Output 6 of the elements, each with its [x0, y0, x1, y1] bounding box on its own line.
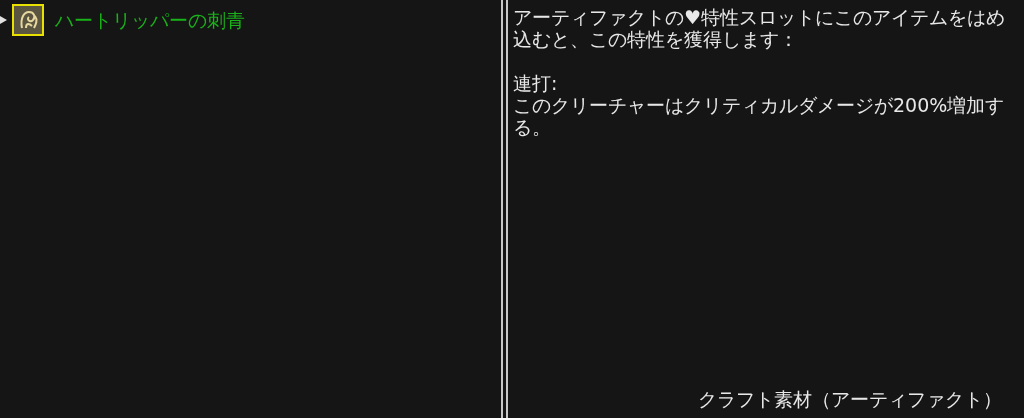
trait-effect: このクリーチャーはクリティカルダメージが200%増加する。	[513, 94, 1006, 138]
item-description: アーティファクトの♥特性スロットにこのアイテムをはめ込むと、この特性を獲得します：	[513, 6, 1007, 50]
trait-name: 連打:	[513, 72, 559, 94]
item-category: クラフト素材（アーティファクト）	[697, 388, 1003, 410]
item-name[interactable]: ハートリッパーの刺青	[55, 5, 245, 35]
tattoo-icon[interactable]	[12, 4, 44, 36]
